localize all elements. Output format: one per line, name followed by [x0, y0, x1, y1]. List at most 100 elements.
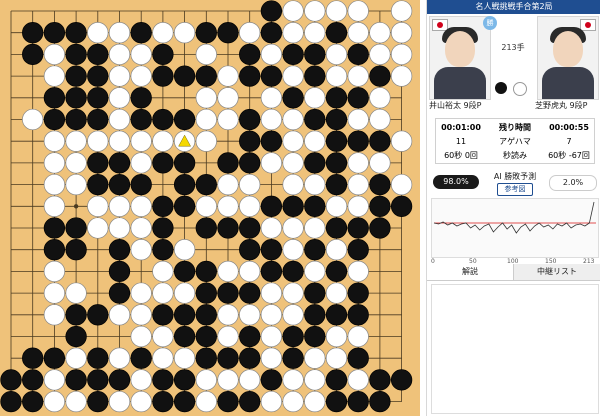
white-stone — [260, 325, 283, 348]
black-stone — [304, 239, 326, 261]
white-stone — [43, 173, 66, 196]
black-stone — [239, 43, 261, 66]
white-byoyomi: 60秒 -67回 — [548, 151, 590, 160]
white-stone — [108, 130, 131, 152]
black-stone — [304, 282, 326, 304]
black-stone — [282, 195, 304, 217]
black-stone — [43, 239, 66, 261]
move-count: 213手 — [501, 43, 525, 52]
black-stone — [130, 22, 152, 44]
black-stone — [152, 304, 174, 326]
black-stone — [65, 65, 87, 87]
black-stone — [65, 217, 87, 239]
black-stone — [43, 22, 66, 44]
black-stone — [173, 173, 196, 196]
go-board-svg[interactable] — [0, 0, 420, 416]
black-stone — [22, 22, 44, 44]
black-stone — [304, 108, 326, 131]
ai-prediction-label: AI 勝敗予測 — [493, 172, 537, 181]
white-stone — [43, 130, 66, 152]
black-stone — [152, 108, 174, 131]
commentary-area[interactable] — [431, 284, 599, 414]
black-stone — [130, 173, 152, 196]
white-player-name: 芝野虎丸 9段P — [535, 101, 588, 110]
white-stone — [65, 347, 87, 369]
white-stone — [195, 108, 217, 131]
black-stone — [43, 87, 66, 109]
white-stone — [390, 43, 413, 66]
black-stone — [347, 130, 369, 152]
white-stone — [217, 195, 239, 217]
black-stone — [260, 239, 283, 261]
black-stone — [130, 108, 152, 131]
tab-relay-list[interactable]: 中継リスト — [514, 264, 600, 280]
white-stone — [282, 173, 304, 196]
black-stone — [130, 87, 152, 109]
white-stone — [282, 217, 304, 239]
black-stone — [369, 217, 391, 239]
go-board[interactable] — [0, 0, 420, 416]
time-label: 残り時間 — [499, 123, 531, 132]
black-stone — [260, 195, 283, 217]
black-stone — [195, 260, 217, 283]
black-stone — [0, 369, 22, 391]
white-stone — [152, 260, 174, 283]
black-stone — [195, 325, 217, 348]
win-rate-line — [433, 201, 595, 234]
black-stone — [43, 108, 66, 131]
black-stone — [87, 347, 109, 369]
black-stone — [217, 347, 239, 369]
black-stone — [369, 130, 391, 152]
white-stone — [282, 22, 304, 44]
black-stone — [217, 22, 239, 44]
white-stone — [260, 152, 283, 174]
black-stone — [130, 347, 152, 369]
black-stone — [347, 87, 369, 109]
black-stone — [22, 369, 44, 391]
white-stone — [369, 87, 391, 109]
white-stone — [260, 108, 283, 131]
white-stone — [282, 304, 304, 326]
white-stone — [152, 22, 174, 44]
black-stone — [260, 260, 283, 283]
white-stone — [390, 173, 413, 196]
white-stone — [108, 87, 131, 109]
black-stone — [152, 65, 174, 87]
white-stone — [347, 173, 369, 196]
win-rate-graph[interactable] — [431, 198, 599, 258]
white-stone — [239, 195, 261, 217]
black-stone — [152, 390, 174, 413]
black-stone — [304, 43, 326, 66]
white-stone — [108, 108, 131, 131]
white-stone — [108, 65, 131, 87]
black-stone — [325, 22, 348, 44]
white-stone — [108, 22, 131, 44]
black-stone — [369, 195, 391, 217]
black-stone — [239, 65, 261, 87]
white-stone — [173, 282, 196, 304]
white-prisoners: 7 — [566, 137, 572, 146]
black-stone — [152, 369, 174, 391]
black-stone — [65, 22, 87, 44]
white-stone — [173, 239, 196, 261]
black-stone — [217, 152, 239, 174]
black-stone — [87, 43, 109, 66]
black-stone — [260, 0, 283, 22]
black-stone — [173, 304, 196, 326]
white-stone — [347, 369, 369, 391]
black-stone — [282, 260, 304, 283]
byoyomi-row: 60秒 0回 秒読み 60秒 -67回 — [436, 149, 594, 163]
black-stone — [108, 173, 131, 196]
white-stone — [217, 65, 239, 87]
white-stone — [347, 22, 369, 44]
tab-commentary[interactable]: 解説 — [427, 264, 514, 280]
black-stone — [239, 239, 261, 261]
white-stone — [217, 87, 239, 109]
black-stone — [65, 239, 87, 261]
prisoners-row: 11 アゲハマ 7 — [436, 135, 594, 149]
white-stone — [108, 195, 131, 217]
black-stone — [195, 304, 217, 326]
white-stone — [22, 108, 44, 131]
reference-diagram-button[interactable]: 参考図 — [497, 183, 533, 196]
white-stone — [239, 260, 261, 283]
